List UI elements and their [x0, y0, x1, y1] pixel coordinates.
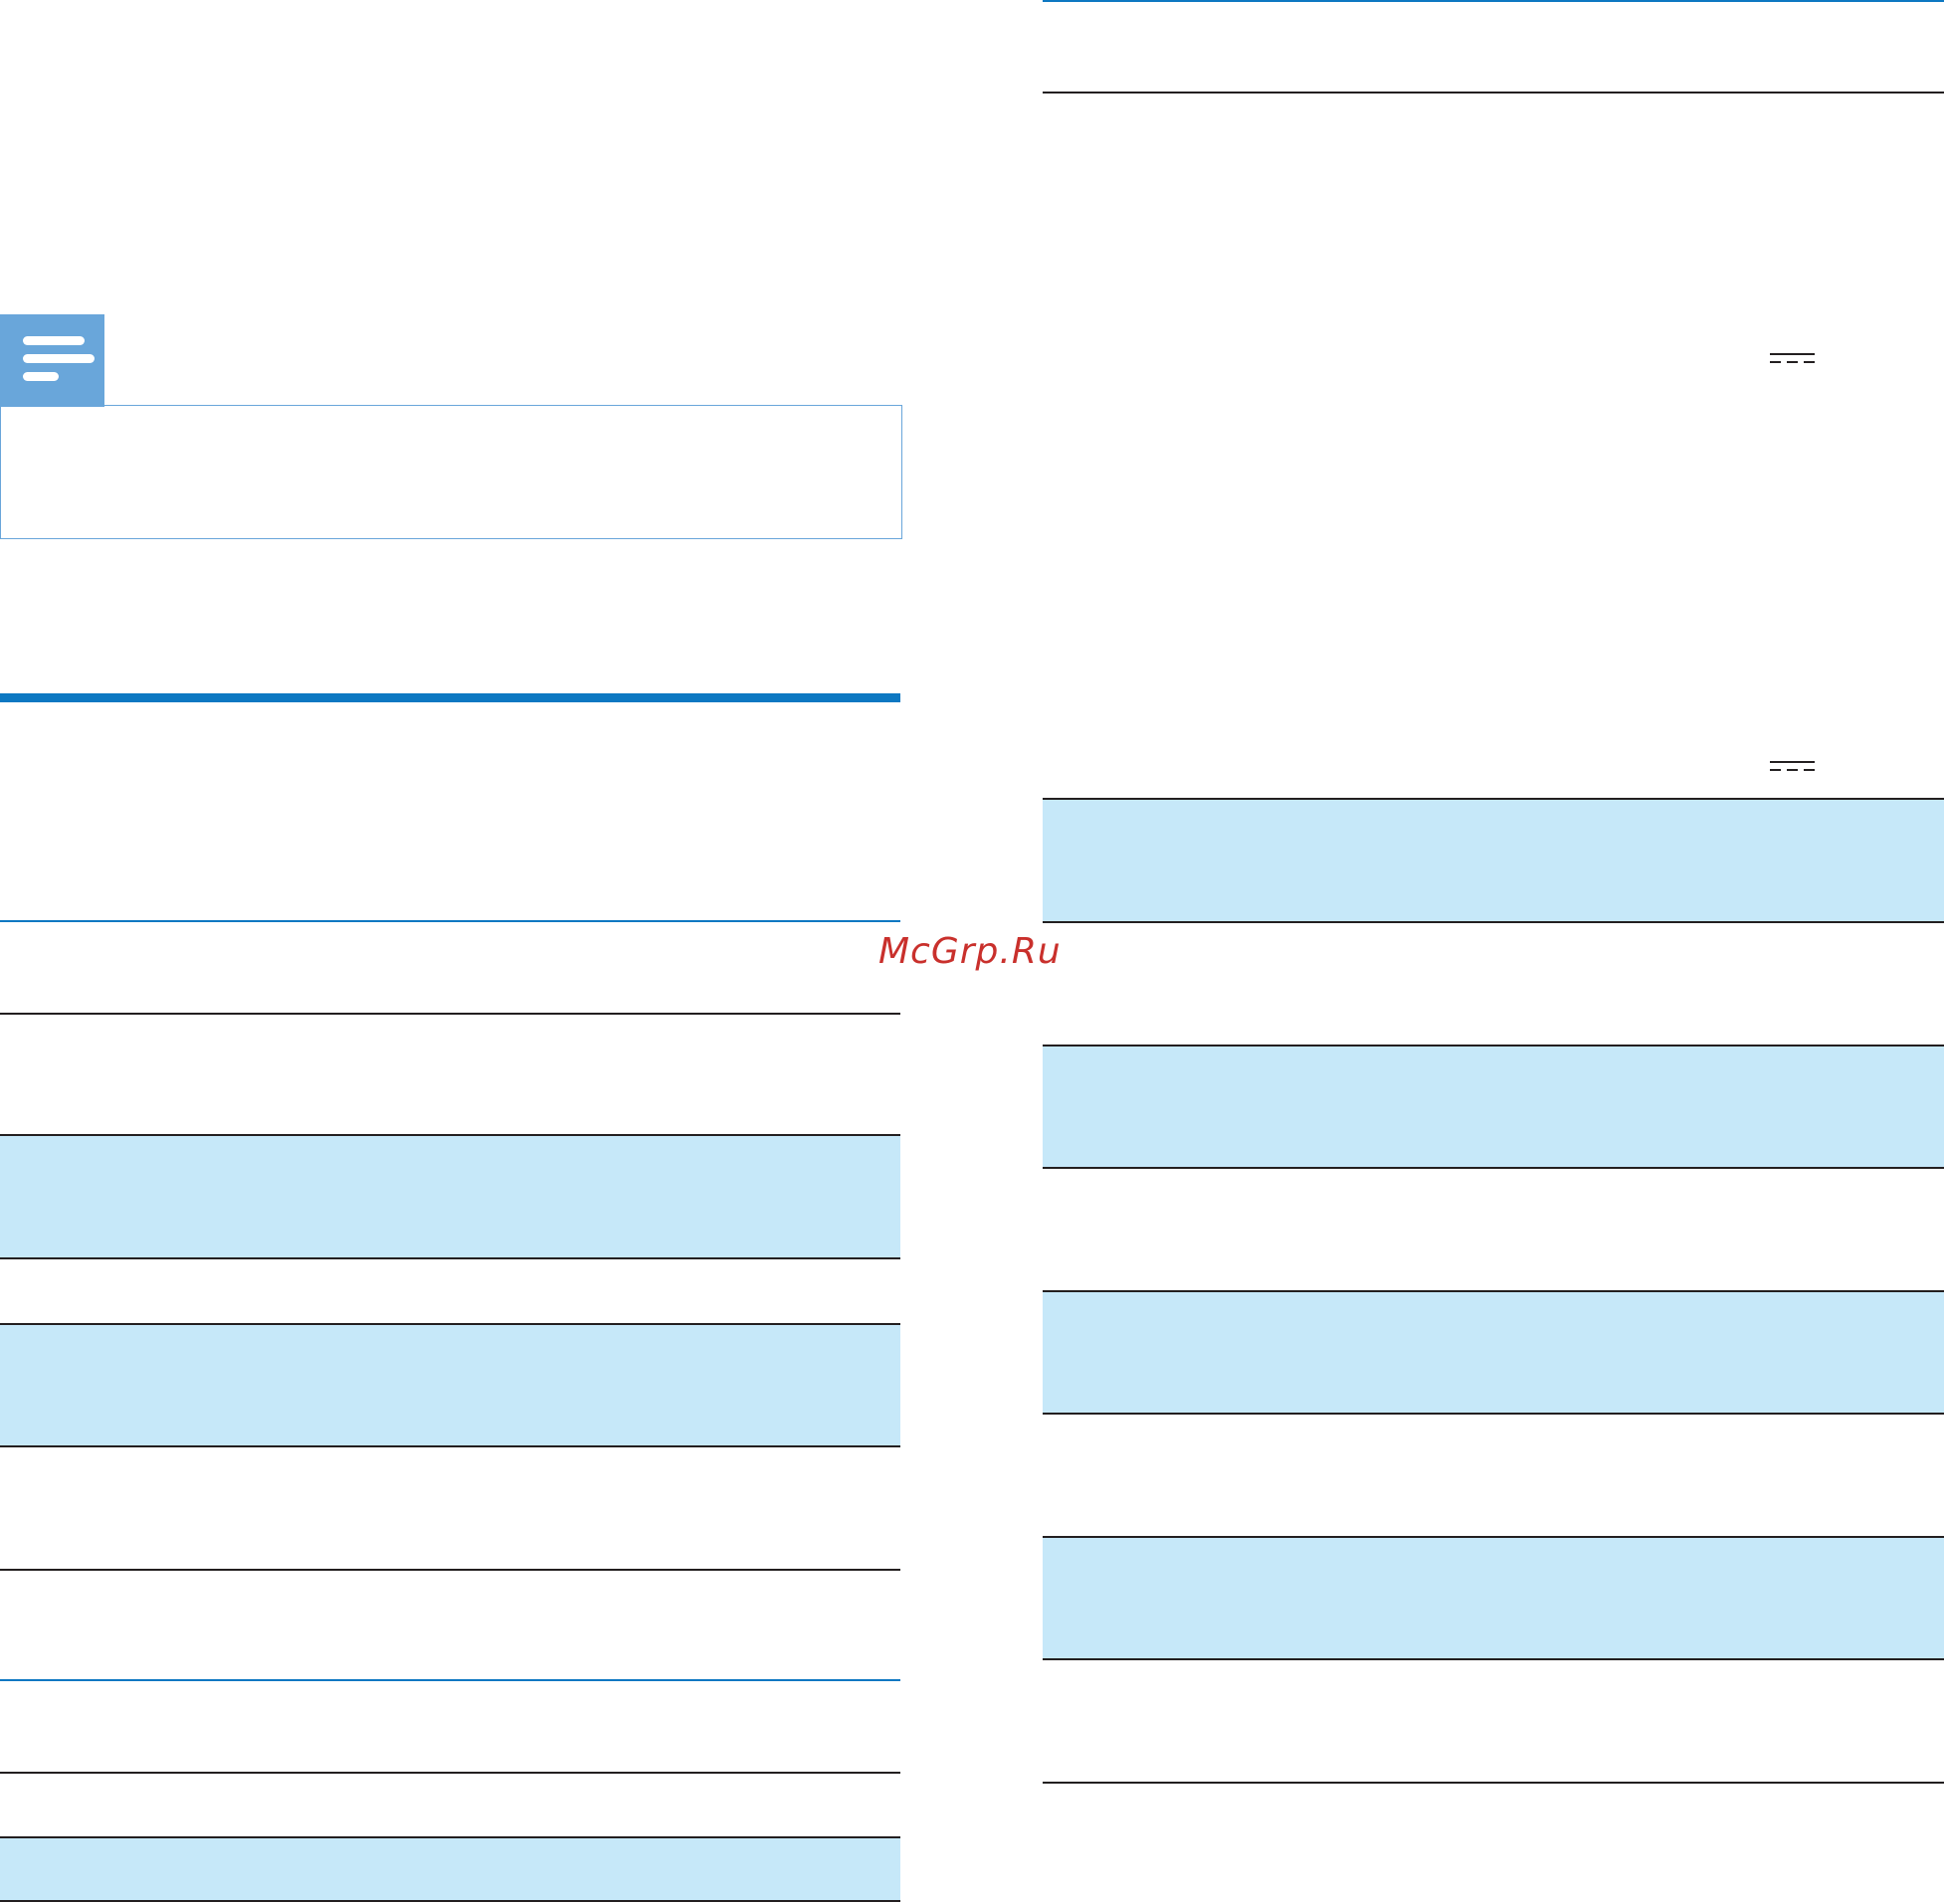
table-top-rule [1043, 0, 1944, 2]
dc-symbol-icon [1770, 761, 1815, 773]
table-row-divider [1043, 1536, 1944, 1538]
table-row-divider [0, 1900, 900, 1902]
table-row [1043, 1046, 1944, 1168]
table-row-divider [1043, 1782, 1944, 1784]
table-top-rule [0, 1679, 900, 1681]
note-icon [0, 314, 104, 407]
table-row-divider [1043, 921, 1944, 923]
dc-symbol-icon [1770, 353, 1815, 365]
note-box [0, 405, 902, 539]
table-row [1043, 1291, 1944, 1414]
table-row-divider [0, 1445, 900, 1447]
table-row-divider [0, 1134, 900, 1136]
table-row-divider [1043, 1167, 1944, 1169]
table-row-divider [1043, 1290, 1944, 1292]
table-row-divider [0, 1323, 900, 1325]
section-heading-rule [0, 693, 900, 702]
table-row-divider [1043, 92, 1944, 94]
table-top-rule [0, 920, 900, 922]
table-row-divider [0, 1836, 900, 1838]
table-row-divider [1043, 1658, 1944, 1660]
table-row-divider [0, 1569, 900, 1571]
table-row-divider [1043, 798, 1944, 800]
table-row [0, 1324, 900, 1445]
watermark-text: McGrp.Ru [878, 931, 1062, 972]
table-row [1043, 799, 1944, 922]
table-row-divider [0, 1772, 900, 1774]
table-row [1043, 1537, 1944, 1659]
table-row [0, 1837, 900, 1901]
table-row [0, 1135, 900, 1258]
table-row-divider [0, 1013, 900, 1015]
table-row-divider [1043, 1045, 1944, 1047]
table-row-divider [1043, 1413, 1944, 1415]
table-row-divider [0, 1257, 900, 1259]
